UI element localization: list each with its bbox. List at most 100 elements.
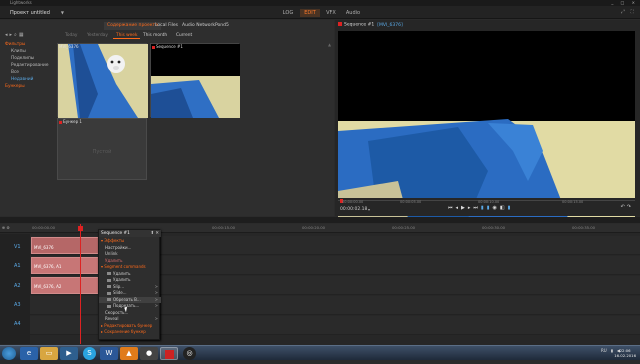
tree-bins[interactable]: Бункеры [3,83,53,90]
tab-pond5[interactable]: Pond5 [212,22,232,30]
filter-today[interactable]: Today [62,32,80,39]
tree-clips[interactable]: Клипы [3,48,53,55]
lightworks-app: Lightworks _ □ × Проект untitled ▼ LOG E… [0,0,640,360]
menu-trim-in[interactable]: Обрезать В... > [99,296,161,303]
language-indicator[interactable]: RU [601,348,607,353]
system-clock[interactable]: 22:06 16.02.2016 [614,348,636,358]
top-menubar: Проект untitled ▼ LOG EDIT VFX Audio ⤢ ⛶ [0,6,640,19]
track-label-a4[interactable]: A4 [0,321,30,327]
mark-out-icon[interactable]: ▮ [487,205,490,211]
timeline-tick: 00:00:35.00 [572,225,596,230]
track-label-a3[interactable]: A3 [0,302,30,308]
folder-icon[interactable]: ▭ [40,347,58,360]
menu-segment-commands[interactable]: ▾ Segment commands [99,264,161,270]
audio-clip[interactable]: MVI_6376, A1 [31,257,99,274]
tab-local-files[interactable]: Local Files [152,22,181,30]
filter-tree: Фильтры Клипы Подклипы Редактирование Вс… [3,41,53,90]
loop-icon[interactable]: ◉ [492,205,496,211]
slide-icon [107,291,111,295]
audio-clip[interactable]: MVI_6376, A2 [31,277,99,294]
word-icon[interactable]: W [100,347,118,360]
insert-icon[interactable]: ▮ [508,205,511,211]
tree-filters[interactable]: Фильтры [3,41,53,48]
ie-icon[interactable]: e [20,347,38,360]
chevron-down-icon[interactable]: ▾ [368,207,370,212]
delete-icon [107,278,111,282]
video-clip[interactable]: MVI_6376 [31,237,99,254]
menu-effects[interactable]: ▾ Эффекты [99,238,161,244]
pin-icon[interactable]: ⬆ [150,231,154,236]
menu-save-bin[interactable]: ▸ Сохранение бункер [99,329,161,335]
tab-edit[interactable]: EDIT [300,9,320,17]
filter-yesterday[interactable]: Yesterday [84,32,111,39]
menu-edit-bin[interactable]: ▸ Редактировать бункер [99,323,161,329]
go-start-icon[interactable]: ⏮ [448,205,453,211]
tab-log[interactable]: LOG [280,9,296,17]
tab-vfx[interactable]: VFX [324,9,338,17]
mark-in-icon[interactable]: ▮ [481,205,484,211]
track-label-a2[interactable]: A2 [0,283,30,289]
preview-timebar: 00:00:00.00 00:00:05.00 00:00:10.00 00:0… [338,198,635,216]
network-icon[interactable]: ▮ [611,348,613,353]
video-viewer[interactable] [338,31,635,218]
preview-tick: 00:00:00.00 [342,200,364,204]
menu-unlink[interactable]: Unlink [99,251,161,257]
panel-divider[interactable] [0,217,640,223]
menu-delete-segment[interactable]: Удалить [99,277,161,283]
tab-audio[interactable]: Audio [344,9,362,17]
media-icon[interactable]: ▶ [60,347,78,360]
camera-icon[interactable]: ◎ [183,347,196,360]
lightworks-icon[interactable] [160,347,178,360]
tree-recent[interactable]: Недавний [3,76,53,83]
menu-slip[interactable]: Slip... > [99,284,161,290]
close-icon[interactable]: ✕ [155,231,159,236]
skype-icon[interactable]: S [83,347,96,360]
menu-remove[interactable]: Удалить [99,271,161,277]
slip-icon [107,285,111,288]
tree-edits[interactable]: Редактирование [3,62,53,69]
grid-view-icon[interactable]: ▦ [19,32,26,38]
project-name: Проект untitled [10,10,50,16]
timecode-display[interactable]: 00:00:02.18 [340,207,367,212]
filter-this-week[interactable]: This week [113,32,141,39]
timeline-ruler[interactable]: ⊕ ⚙ 00:00:00.00 00:00:15.00 00:00:20.00 … [0,224,640,233]
clear-marks-icon[interactable]: ◧ [500,205,505,211]
play-icon[interactable]: ▶ [461,205,465,211]
menu-trim[interactable]: Подрезать... > [99,303,161,309]
filter-current[interactable]: Current [173,32,195,39]
preview-tick: 00:00:05.00 [400,200,422,204]
filter-this-month[interactable]: This month [140,32,170,39]
tree-subclips[interactable]: Подклипы [3,55,53,62]
empty-bin[interactable]: Бункер 1 Пустой [57,118,147,180]
record-icon [152,45,155,49]
timeline-tick: 00:00:00.00 [32,225,56,230]
step-forward-icon[interactable]: ▸ [468,205,471,211]
tree-all[interactable]: Все [3,69,53,76]
menu-speed[interactable]: Скорость... [99,310,161,316]
menu-delete[interactable]: Удалить [99,258,161,264]
menu-slide[interactable]: Slide... > [99,290,161,296]
clip-thumbnail[interactable]: MVI_6376 [57,43,148,118]
timeline-panel: ⊕ ⚙ 00:00:00.00 00:00:15.00 00:00:20.00 … [0,224,640,345]
library-scrollbar[interactable]: ▲ [328,42,331,212]
step-back-icon[interactable]: ◂ [456,205,459,211]
vlc-icon[interactable]: ▲ [120,347,138,360]
sequence-thumbnail[interactable]: Sequence #1 [150,43,240,118]
menu-reveal[interactable]: Reveal > [99,316,161,322]
redo-icon[interactable]: ↷ [627,204,633,210]
video-frame [338,31,635,218]
track-label-a1[interactable]: A1 [0,263,30,269]
zoom-icon[interactable]: ⊕ ⚙ [2,225,10,230]
go-end-icon[interactable]: ⏭ [473,205,478,211]
playhead-handle[interactable] [78,226,83,231]
fullscreen-icon[interactable]: ⤢ ⛶ [621,9,636,15]
library-panel: Содержание проекта Local Files Audio Net… [0,20,334,216]
timeline-playhead[interactable] [80,224,81,344]
trim-icon [107,298,111,301]
context-menu-header: Sequence #1 ⬆ ✕ [99,230,161,237]
project-dropdown[interactable]: Проект untitled ▼ [8,9,66,17]
menu-settings[interactable]: Настройки... [99,245,161,251]
track-label-v1[interactable]: V1 [0,244,30,250]
recorder-icon[interactable]: ● [140,347,158,360]
start-button[interactable] [2,347,16,360]
